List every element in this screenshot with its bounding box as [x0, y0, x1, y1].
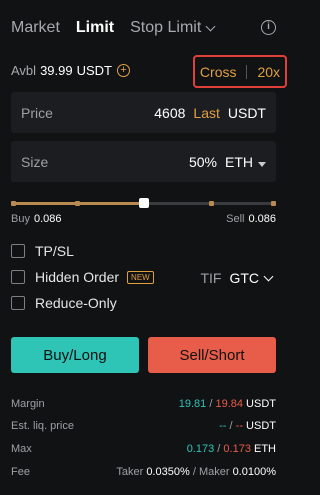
separator: / — [217, 443, 221, 455]
tif-value: GTC — [229, 270, 259, 286]
liq-sell: -- — [235, 420, 243, 432]
sell-amount-label: Sell — [226, 213, 245, 225]
margin-row: Margin 19.81 / 19.84 USDT — [11, 398, 276, 410]
avbl-unit: USDT — [76, 63, 112, 78]
tp-sl-option[interactable]: TP/SL — [11, 243, 74, 259]
size-label: Size — [21, 153, 49, 170]
slider-tick[interactable] — [271, 201, 276, 206]
fee-label: Fee — [11, 466, 30, 478]
liq-buy: -- — [219, 420, 227, 432]
tab-stop-limit-label: Stop Limit — [130, 19, 202, 36]
max-buy: 0.173 — [186, 443, 215, 455]
slider-tick[interactable] — [75, 201, 80, 206]
separator: / — [209, 398, 213, 410]
buy-amount-label: Buy — [11, 213, 30, 225]
buy-long-button[interactable]: Buy/Long — [11, 337, 139, 373]
reduce-only-option[interactable]: Reduce-Only — [11, 295, 117, 311]
taker-fee: 0.0350% — [146, 466, 190, 478]
tp-sl-checkbox[interactable] — [11, 244, 25, 258]
available-balance: Avbl 39.99 USDT + — [11, 63, 130, 78]
buy-amount: Buy 0.086 — [11, 213, 62, 225]
max-row: Max 0.173 / 0.173 ETH — [11, 443, 276, 455]
liq-unit: USDT — [246, 420, 276, 432]
separator: / — [192, 466, 196, 478]
sell-amount-value: 0.086 — [248, 213, 276, 225]
reduce-only-label: Reduce-Only — [35, 295, 117, 311]
size-value: 50% — [188, 153, 217, 170]
caret-down-icon — [258, 161, 266, 167]
max-label: Max — [11, 443, 32, 455]
margin-mode-selector: Cross 20x — [193, 55, 287, 88]
taker-label: Taker — [116, 466, 144, 478]
order-type-tabs: Market Limit Stop Limit — [11, 17, 277, 39]
tp-sl-label: TP/SL — [35, 243, 74, 259]
hidden-order-option[interactable]: Hidden Order NEW — [11, 269, 154, 285]
max-unit: ETH — [254, 443, 276, 455]
tif-selector[interactable]: TIF GTC — [200, 270, 274, 286]
chevron-down-icon — [205, 21, 216, 31]
margin-unit: USDT — [246, 398, 276, 410]
price-value: 4608 — [154, 104, 186, 121]
liq-price-label: Est. liq. price — [11, 420, 74, 432]
price-input[interactable]: Price 4608 Last USDT — [11, 92, 276, 133]
maker-fee: 0.0100% — [232, 466, 276, 478]
divider — [246, 64, 248, 79]
info-icon[interactable]: i — [261, 20, 276, 35]
liq-price-row: Est. liq. price -- / -- USDT — [11, 420, 276, 432]
margin-mode-cross[interactable]: Cross — [200, 64, 237, 80]
hidden-order-checkbox[interactable] — [11, 270, 25, 284]
fee-row: Fee Taker 0.0350% / Maker 0.0100% — [11, 466, 276, 478]
margin-label: Margin — [11, 398, 45, 410]
tab-limit[interactable]: Limit — [76, 19, 114, 37]
tif-label: TIF — [200, 270, 222, 286]
size-unit: ETH — [225, 153, 253, 170]
new-badge: NEW — [127, 270, 154, 284]
tab-market[interactable]: Market — [11, 19, 60, 37]
max-sell: 0.173 — [223, 443, 251, 455]
margin-buy: 19.81 — [178, 398, 207, 410]
tab-stop-limit[interactable]: Stop Limit — [130, 19, 216, 37]
size-slider[interactable] — [11, 197, 276, 211]
separator: / — [229, 420, 233, 432]
hidden-order-label: Hidden Order — [35, 269, 120, 285]
avbl-value: 39.99 — [40, 63, 73, 78]
sell-short-button[interactable]: Sell/Short — [148, 337, 276, 373]
price-label: Price — [21, 104, 53, 121]
slider-tick[interactable] — [209, 201, 214, 206]
sell-amount: Sell 0.086 — [226, 213, 276, 225]
size-input[interactable]: Size 50% ETH — [11, 141, 276, 182]
size-unit-selector[interactable]: ETH — [225, 154, 266, 170]
reduce-only-checkbox[interactable] — [11, 296, 25, 310]
order-panel: Market Limit Stop Limit i Avbl 39.99 USD… — [0, 0, 288, 495]
chevron-down-icon — [263, 271, 274, 281]
last-price-button[interactable]: Last — [193, 105, 219, 121]
leverage-value[interactable]: 20x — [257, 64, 280, 80]
buy-sell-amounts: Buy 0.086 Sell 0.086 — [11, 213, 276, 225]
transfer-plus-icon[interactable]: + — [117, 64, 130, 77]
slider-handle[interactable] — [139, 198, 149, 208]
margin-sell: 19.84 — [215, 398, 243, 410]
avbl-label: Avbl — [11, 63, 37, 78]
maker-label: Maker — [198, 466, 230, 478]
price-unit: USDT — [227, 104, 266, 121]
buy-amount-value: 0.086 — [33, 213, 62, 225]
slider-tick[interactable] — [11, 201, 16, 206]
